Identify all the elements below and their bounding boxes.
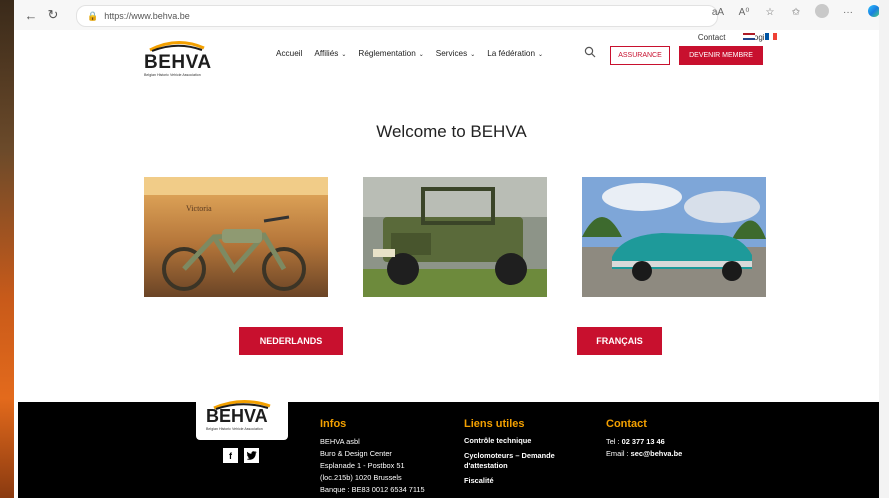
chevron-down-icon: ⌄ <box>538 52 544 58</box>
francais-button[interactable]: FRANÇAIS <box>577 327 662 355</box>
facebook-icon[interactable]: f <box>223 448 238 463</box>
infos-line: Banque : BE83 0012 6534 7115 <box>320 485 425 494</box>
url-text: https://www.behva.be <box>104 11 190 21</box>
liens-title: Liens utiles <box>464 418 525 430</box>
link-fiscalite[interactable]: Fiscalité <box>464 476 579 486</box>
contact-phone: Tel : 02 377 13 46 <box>606 437 665 446</box>
logo-swoosh-icon <box>149 41 205 52</box>
link-cyclomoteurs[interactable]: Cyclomoteurs – Demande d'attestation <box>464 451 579 471</box>
favorite-star-icon[interactable]: ☆ <box>761 7 779 18</box>
language-flags <box>743 33 777 40</box>
nav-item-accueil[interactable]: Accueil <box>276 49 302 58</box>
motorcycle-photo: Victoria <box>144 177 328 297</box>
page-title: Welcome to BEHVA <box>376 122 527 141</box>
infos-line: Esplanade 1 - Postbox 51 <box>320 461 405 470</box>
nav-item-federation[interactable]: La fédération ⌄ <box>487 49 543 58</box>
chevron-down-icon: ⌄ <box>341 52 347 58</box>
favorites-list-icon[interactable]: ✩ <box>787 7 805 18</box>
victoria-sign-text: Victoria <box>186 204 212 213</box>
back-arrow-icon[interactable]: ← <box>20 4 42 26</box>
lock-icon: 🔒 <box>87 10 99 21</box>
contact-link[interactable]: Contact <box>698 33 726 42</box>
logo-word: BEHVA <box>144 52 212 73</box>
footer-contact: Contact Tel : 02 377 13 46 Email : sec@b… <box>606 418 682 460</box>
contact-title: Contact <box>606 418 647 430</box>
browser-window: ← ↻ 🔒 https://www.behva.be aA A⁰ ☆ ✩ ···… <box>14 0 889 498</box>
infos-line: BEHVA asbl <box>320 437 360 446</box>
contact-email: Email : sec@behva.be <box>606 449 683 458</box>
jeep-photo <box>363 177 547 297</box>
chevron-down-icon: ⌄ <box>418 52 424 58</box>
browser-actions: aA A⁰ ☆ ✩ ··· <box>709 4 883 21</box>
footer-logo-word: BEHVA <box>206 406 268 426</box>
infos-title: Infos <box>320 418 347 430</box>
browser-toolbar: ← ↻ 🔒 https://www.behva.be aA A⁰ ☆ ✩ ··· <box>14 0 889 30</box>
behva-logo[interactable]: BEHVA Belgian Historic Vehicle Associati… <box>142 36 212 80</box>
nav-item-services[interactable]: Services ⌄ <box>436 49 475 58</box>
classic-car-photo <box>582 177 766 297</box>
website: Contact Login BEHVA Belgian Historic Veh… <box>14 30 889 498</box>
social-links: f <box>223 448 259 463</box>
logo-tagline: Belgian Historic Vehicle Association <box>144 73 201 77</box>
search-icon[interactable] <box>584 46 598 60</box>
profile-avatar[interactable] <box>813 4 831 21</box>
nav-item-reglementation[interactable]: Réglementation ⌄ <box>358 49 423 58</box>
nederlands-button[interactable]: NEDERLANDS <box>239 327 343 355</box>
footer-useful-links: Liens utiles Contrôle technique Cyclomot… <box>464 418 579 491</box>
footer-logo[interactable]: BEHVA Belgian Historic Vehicle Associati… <box>196 394 288 440</box>
french-flag-icon[interactable] <box>765 33 777 40</box>
footer: BEHVA Belgian Historic Vehicle Associati… <box>18 394 889 498</box>
read-aloud-icon[interactable]: aA <box>709 7 727 18</box>
become-member-button[interactable]: DEVENIR MEMBRE <box>679 46 763 65</box>
infos-line: (loc.215b) 1020 Brussels <box>320 473 402 482</box>
nav-item-affilies[interactable]: Affiliés ⌄ <box>314 49 346 58</box>
desktop-edge <box>879 0 889 498</box>
main-nav: Accueil Affiliés ⌄ Réglementation ⌄ Servic… <box>276 49 543 58</box>
footer-infos: Infos BEHVA asbl Buro & Design Center Es… <box>320 418 425 496</box>
link-controle-technique[interactable]: Contrôle technique <box>464 436 579 446</box>
twitter-icon[interactable] <box>244 448 259 463</box>
refresh-icon[interactable]: ↻ <box>42 4 64 26</box>
more-menu-icon[interactable]: ··· <box>839 7 857 18</box>
dutch-flag-icon[interactable] <box>743 33 755 40</box>
assurance-button[interactable]: ASSURANCE <box>610 46 670 65</box>
immersive-reader-icon[interactable]: A⁰ <box>735 7 753 18</box>
footer-logo-tagline: Belgian Historic Vehicle Association <box>206 427 263 431</box>
chevron-down-icon: ⌄ <box>470 52 476 58</box>
infos-line: Buro & Design Center <box>320 449 392 458</box>
address-bar[interactable]: 🔒 https://www.behva.be <box>76 5 718 27</box>
desktop-background <box>0 0 14 498</box>
